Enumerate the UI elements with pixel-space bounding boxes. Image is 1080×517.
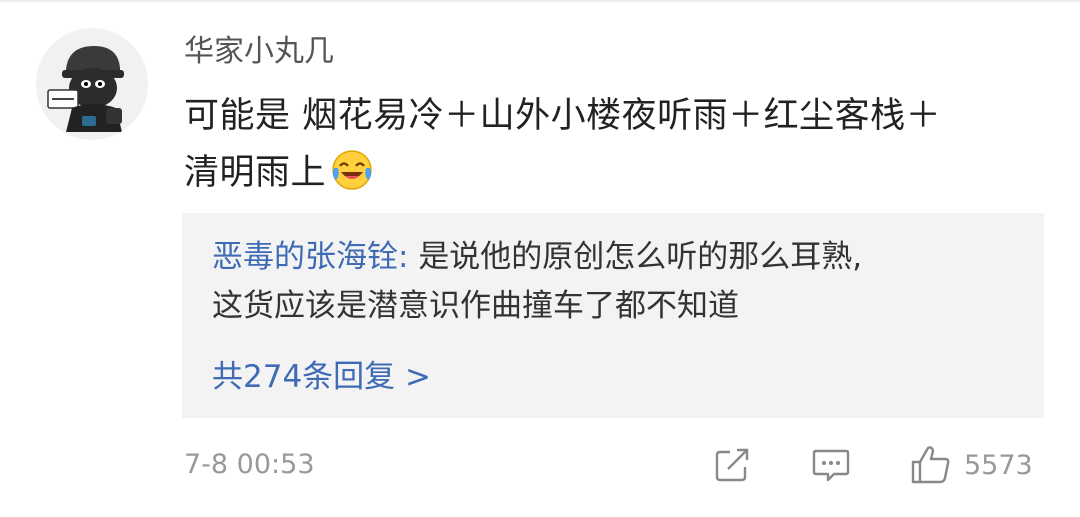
avatar-image — [36, 28, 148, 140]
reply-text-line-1: 是说他的原创怎么听的那么耳熟, — [418, 239, 863, 275]
like-button[interactable]: 5573 — [908, 441, 1033, 489]
share-button[interactable] — [712, 441, 752, 489]
comment-text-line-2-text: 清明雨上 — [184, 153, 327, 193]
reply-line-1: 恶毒的张海铨: 是说他的原创怎么听的那么耳熟, — [212, 233, 1022, 282]
comment-text-line-2: 清明雨上 — [184, 145, 1044, 210]
laughing-crying-emoji-icon — [330, 148, 374, 210]
like-count: 5573 — [964, 449, 1033, 481]
reply-author[interactable]: 恶毒的张海铨 — [212, 239, 398, 275]
comment-text: 可能是 烟花易冷＋山外小楼夜听雨＋红尘客栈＋ 清明雨上 — [184, 88, 1044, 210]
thumbs-up-icon — [911, 446, 950, 484]
reply-preview-text: 恶毒的张海铨: 是说他的原创怎么听的那么耳熟, 这货应该是潜意识作曲撞车了都不知… — [212, 233, 1022, 331]
more-replies-link[interactable]: 共274条回复 > — [212, 355, 431, 399]
comment-icon — [812, 449, 850, 482]
reply-separator: : — [398, 239, 419, 275]
reply-preview-box[interactable]: 恶毒的张海铨: 是说他的原创怎么听的那么耳熟, 这货应该是潜意识作曲撞车了都不知… — [182, 213, 1044, 418]
share-icon — [715, 448, 749, 482]
avatar[interactable] — [36, 28, 148, 140]
comment-text-line-1: 可能是 烟花易冷＋山外小楼夜听雨＋红尘客栈＋ — [184, 96, 942, 136]
comment-timestamp: 7-8 00:53 — [184, 449, 315, 480]
top-divider — [0, 0, 1080, 2]
reply-text-line-2: 这货应该是潜意识作曲撞车了都不知道 — [212, 288, 739, 324]
comment-button[interactable] — [810, 441, 852, 489]
comment-username[interactable]: 华家小丸几 — [184, 32, 334, 72]
